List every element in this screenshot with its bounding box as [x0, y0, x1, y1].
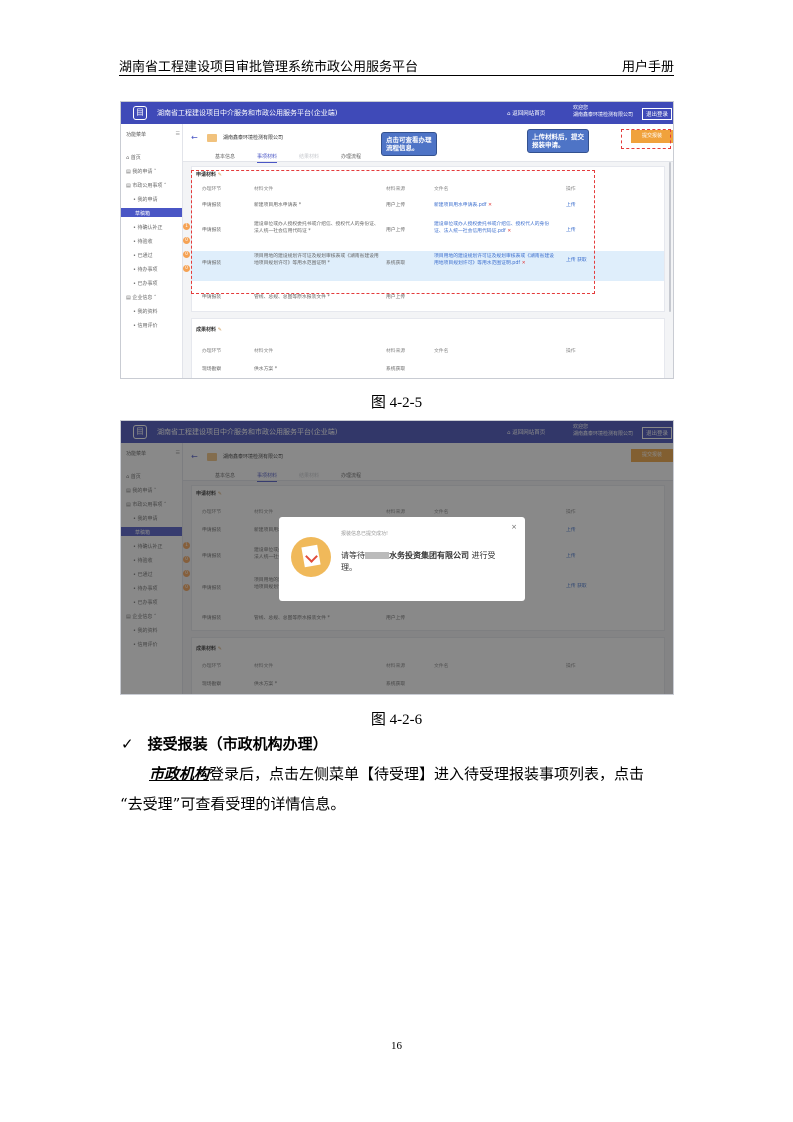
document-success-icon: [291, 537, 331, 577]
page-header: 湖南省工程建设项目审批管理系统市政公用服务平台 用户手册: [119, 52, 674, 76]
home-link[interactable]: ⌂ 返回网站首页: [507, 109, 545, 117]
sidebar-item-label: 已通过: [137, 253, 153, 259]
annotation-submit-box: [621, 129, 671, 149]
table-row: 现场勘察 供水方案 * 系统获取: [192, 367, 664, 377]
tab-flow[interactable]: 办理流程: [341, 153, 361, 160]
paragraph-line1-text: 登录后，点击左侧菜单【待受理】进入待受理报装事项列表，点击: [209, 765, 645, 783]
modal-msg-prefix: 请等待: [341, 551, 365, 560]
count-badge: 0: [183, 237, 190, 244]
welcome-line1: 欢迎您: [573, 105, 589, 111]
screenshot-figure-4-2-6: 目 湖南省工程建设项目中介服务和市政公用服务平台(企业端) ⌂ 返回网站首页 欢…: [120, 420, 674, 695]
welcome-company: 湖南鑫泰环境检测有限公司: [573, 112, 634, 118]
sidebar-title-label: 功能菜单: [126, 132, 147, 138]
doc-type: 用户手册: [621, 60, 674, 75]
sidebar-item-company[interactable]: ▤ 企业信息 ˄: [126, 294, 182, 301]
checkmark-icon: ✓: [121, 735, 134, 753]
sidebar-item-home[interactable]: ⌂ 首页: [126, 154, 182, 161]
app-title: 湖南省工程建设项目中介服务和市政公用服务平台(企业端): [157, 109, 338, 117]
modal-title: 报装信息已提交成功!: [341, 531, 389, 537]
doc-title: 湖南省工程建设项目审批管理系统市政公用服务平台: [119, 60, 419, 75]
sidebar-item-label: 首页: [130, 155, 141, 161]
sidebar-item-accept[interactable]: • 待验收0: [133, 237, 190, 245]
app-logo-icon: 目: [133, 106, 147, 120]
back-arrow-icon[interactable]: ←: [191, 133, 198, 142]
stage-cell: 现场勘察: [202, 367, 222, 372]
folder-icon: [207, 134, 217, 142]
sidebar-item-label: 已办事项: [137, 281, 158, 287]
section-heading: ✓ 接受报装（市政机构办理）: [121, 733, 328, 754]
table-header: 办理环节 材料文件 材料来源 文件名 操作: [192, 349, 664, 359]
panel-title: 成果材料 ✎: [196, 326, 222, 333]
material-cell: 管线、总规、总图等原水报装文件 *: [254, 295, 330, 300]
count-badge: 1: [183, 223, 190, 230]
modal-org: 水务投资集团有限公司: [389, 551, 469, 560]
sidebar-item-label: 待验收: [137, 239, 153, 245]
count-badge: 0: [183, 265, 190, 272]
sidebar-item-my-apply[interactable]: ▤ 我的申请 ˅: [126, 168, 182, 175]
logout-button[interactable]: 退出登录: [642, 108, 673, 120]
material-cell: 供水方案 *: [254, 367, 278, 372]
callout-flow: 点击可查看办理 流程信息。: [381, 132, 437, 156]
section-title: 接受报装（市政机构办理）: [147, 735, 328, 753]
sidebar: 功能菜单 ☰ ⌂ 首页 ▤ 我的申请 ˅ ▤ 市政公用事项 ˄ • 我的申请 草稿…: [121, 124, 190, 378]
tab-materials[interactable]: 事项材料: [257, 153, 278, 163]
sidebar-item-confirm[interactable]: • 待确认补正1: [133, 223, 190, 231]
sidebar-item-label: 我的申请: [137, 197, 158, 203]
app-topbar: 目 湖南省工程建设项目中介服务和市政公用服务平台(企业端) ⌂ 返回网站首页 欢…: [121, 102, 673, 124]
column-header: 办理环节: [202, 349, 222, 354]
modal-msg-line2: 理。: [341, 563, 357, 572]
pencil-icon: ✎: [217, 327, 222, 333]
source-cell: 系统获取: [386, 367, 406, 372]
table-row: 申请报装 管线、总规、总图等原水报装文件 * 用户上传: [192, 295, 664, 307]
sidebar-item-my-apply-sub[interactable]: • 我的申请: [133, 196, 189, 203]
welcome-text: 欢迎您 湖南鑫泰环境检测有限公司: [573, 105, 633, 119]
tab-results[interactable]: 结果材料: [299, 153, 319, 160]
modal-message: 请等待 水务投资集团有限公司 进行受 理。: [341, 550, 496, 574]
sidebar-item-profile[interactable]: • 我的资料: [133, 308, 189, 315]
count-badge: 0: [183, 251, 190, 258]
sidebar-item-label: 待办事项: [137, 267, 158, 273]
sidebar-item-label: 企业信息: [132, 295, 153, 301]
stage-cell: 申请报装: [202, 295, 222, 300]
paragraph-line-2: “去受理”可查看受理的详情信息。: [120, 795, 346, 813]
tab-basic-info[interactable]: 基本信息: [215, 153, 235, 160]
column-header: 材料文件: [254, 349, 274, 354]
modal-msg-suffix: 进行受: [471, 551, 496, 560]
sidebar-item-municipal[interactable]: ▤ 市政公用事项 ˄: [126, 182, 182, 189]
column-header: 材料来源: [386, 349, 406, 354]
company-name: 湖南鑫泰环境检测有限公司: [223, 135, 284, 141]
sidebar-item-todo[interactable]: • 待办事项0: [133, 265, 190, 273]
column-header: 文件名: [434, 349, 449, 354]
figure-caption-1: 图 4-2-5: [370, 395, 423, 411]
panel-title-label: 成果材料: [196, 327, 217, 333]
sidebar-item-done[interactable]: • 已办事项: [133, 280, 189, 287]
success-modal: × 报装信息已提交成功! 请等待 水务投资集团有限公司 进行受 理。: [279, 517, 525, 601]
callout-upload-text: 上传材料后，提交 报装申请。: [532, 133, 584, 149]
callout-upload: 上传材料后，提交 报装申请。: [527, 129, 589, 153]
sidebar-item-label: 我的申请: [132, 169, 153, 175]
redacted-block: [365, 552, 389, 559]
paragraph-lead: 市政机构: [149, 765, 210, 783]
sidebar-item-passed[interactable]: • 已通过0: [133, 251, 190, 259]
menu-fold-icon[interactable]: ☰: [176, 131, 180, 137]
scrollbar[interactable]: [669, 162, 671, 312]
close-icon[interactable]: ×: [511, 523, 517, 531]
sidebar-item-drafts-label: 草稿箱: [135, 211, 151, 217]
figure-caption-2: 图 4-2-6: [370, 712, 423, 728]
sidebar-item-label: 市政公用事项: [132, 183, 163, 189]
sidebar-item-label: 待确认补正: [137, 225, 163, 231]
sidebar-item-label: 信用评价: [137, 323, 158, 329]
sidebar-item-drafts[interactable]: [121, 208, 182, 217]
column-header: 操作: [566, 349, 576, 354]
screenshot-figure-4-2-5: 目 湖南省工程建设项目中介服务和市政公用服务平台(企业端) ⌂ 返回网站首页 欢…: [120, 101, 674, 379]
page-number: 16: [391, 1040, 402, 1052]
callout-flow-text: 点击可查看办理 流程信息。: [386, 136, 432, 152]
annotation-apply-box: [191, 170, 595, 294]
result-materials-panel: 成果材料 ✎ 办理环节 材料文件 材料来源 文件名 操作 现场勘察 供水方案 *…: [191, 318, 665, 378]
paragraph-line-1: 市政机构登录后，点击左侧菜单【待受理】进入待受理报装事项列表，点击: [149, 763, 644, 784]
sidebar-item-label: 我的资料: [137, 309, 158, 315]
source-cell: 用户上传: [386, 295, 406, 300]
sidebar-title: 功能菜单 ☰: [126, 131, 180, 138]
sidebar-item-credit[interactable]: • 信用评价: [133, 322, 189, 329]
